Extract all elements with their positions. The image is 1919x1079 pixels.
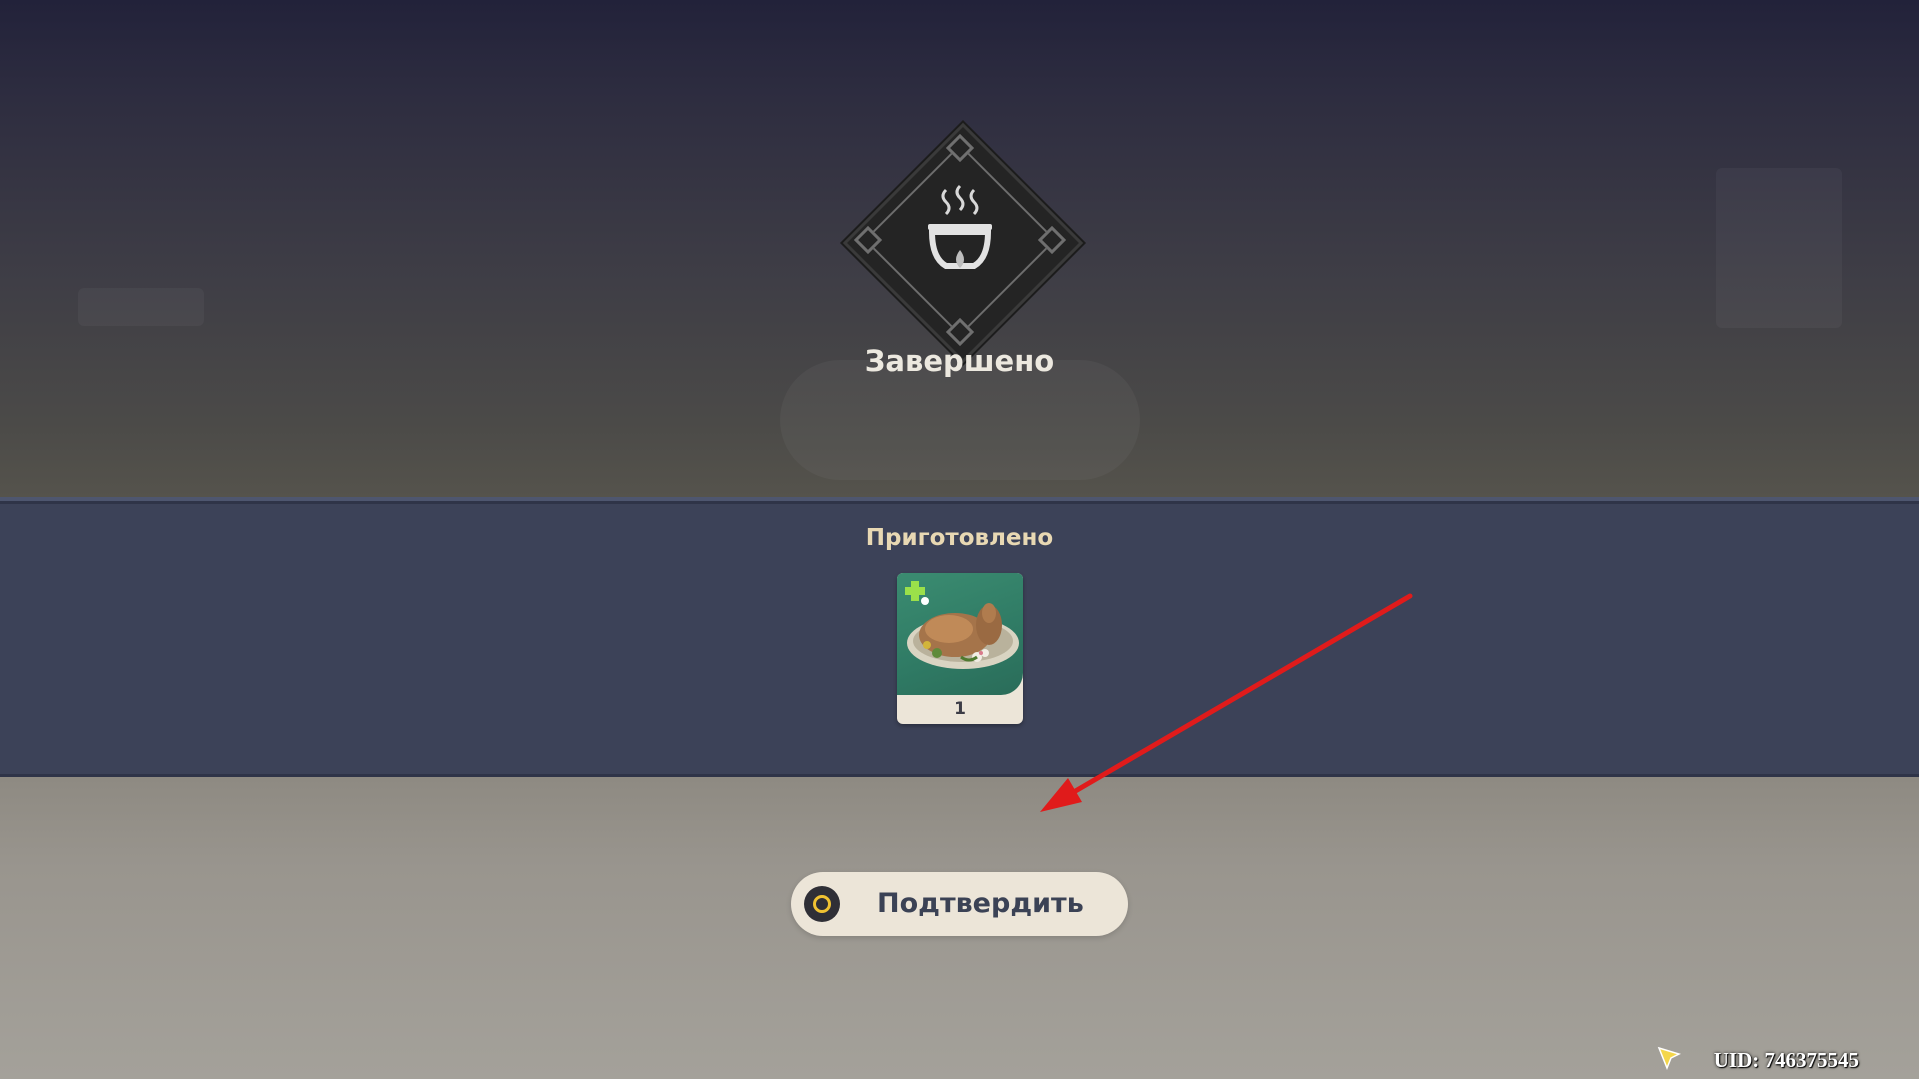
background-dish-preview	[780, 360, 1140, 480]
uid-pointer-icon	[1657, 1046, 1681, 1070]
confirm-button-label: Подтвердить	[877, 888, 1084, 919]
item-count: 1	[954, 699, 966, 719]
result-item-card[interactable]: 1	[897, 573, 1023, 724]
circle-button-icon	[804, 886, 840, 922]
confirm-button[interactable]: Подтвердить	[791, 872, 1128, 936]
status-title: Завершено	[864, 344, 1055, 378]
background-panel-right	[1716, 168, 1842, 328]
plus-heal-icon	[905, 581, 929, 605]
result-section-title: Приготовлено	[865, 525, 1054, 551]
background-panel-left	[78, 288, 204, 326]
cooking-emblem	[842, 122, 1084, 364]
cooking-pot-icon	[928, 184, 992, 269]
result-panel: Приготовлено 1	[0, 497, 1919, 781]
uid-label: UID: 746375545	[1713, 1048, 1859, 1072]
item-art	[897, 573, 1023, 695]
annotation-arrow	[1040, 593, 1413, 812]
